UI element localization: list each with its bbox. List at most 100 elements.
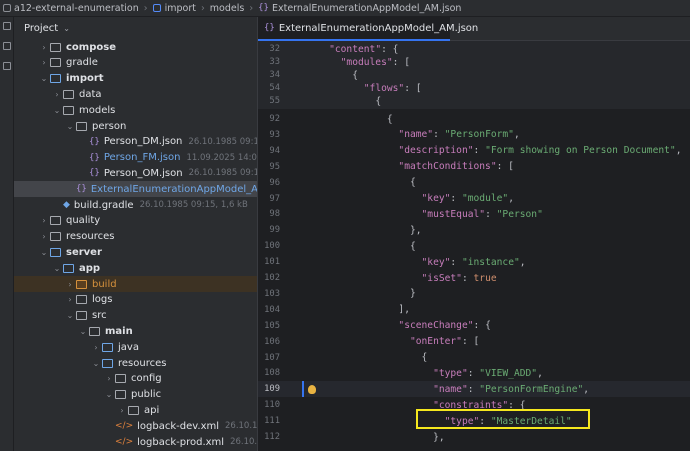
- gutter[interactable]: [284, 318, 302, 334]
- more-tools-icon[interactable]: [3, 62, 11, 70]
- gutter[interactable]: [284, 334, 302, 350]
- project-view-selector[interactable]: Project ⌄: [14, 17, 257, 39]
- gutter[interactable]: [284, 175, 302, 191]
- breadcrumb-item-models[interactable]: models: [207, 3, 248, 14]
- folder-icon: [76, 311, 87, 321]
- tree-item-label: main: [105, 325, 133, 337]
- gutter[interactable]: [284, 254, 302, 270]
- gutter[interactable]: [284, 238, 302, 254]
- code-area[interactable]: 32 "content": {33 "modules": [34 {54 "fl…: [258, 41, 690, 451]
- gutter[interactable]: [284, 206, 302, 222]
- gutter[interactable]: [284, 429, 302, 445]
- chevron-right-icon[interactable]: ›: [90, 343, 102, 352]
- code-text: {: [409, 240, 416, 252]
- folder-icon: [50, 42, 61, 52]
- breadcrumb-item-file[interactable]: {} ExternalEnumerationAppModel_AM.json: [255, 3, 464, 14]
- code-text: "sceneChange": {: [398, 320, 491, 332]
- gutter[interactable]: [284, 222, 302, 238]
- tree-item[interactable]: ⌄ server: [14, 244, 257, 260]
- chevron-right-icon[interactable]: ›: [38, 58, 50, 67]
- chevron-right-icon[interactable]: ›: [116, 406, 128, 415]
- tree-item[interactable]: › config: [14, 371, 257, 387]
- breadcrumb-item-project[interactable]: a12-external-enumeration: [0, 3, 142, 14]
- tree-item[interactable]: </>logback-dev.xml 26.10.1985: [14, 418, 257, 434]
- gutter[interactable]: [284, 270, 302, 286]
- chevron-down-icon[interactable]: ⌄: [90, 359, 102, 368]
- code-text: "modules": [: [340, 56, 410, 68]
- tree-item[interactable]: › data: [14, 86, 257, 102]
- gutter[interactable]: [284, 381, 302, 397]
- gutter[interactable]: [284, 413, 302, 429]
- gutter[interactable]: [284, 143, 302, 159]
- tree-item[interactable]: › logs: [14, 292, 257, 308]
- gutter[interactable]: [284, 365, 302, 381]
- gutter[interactable]: [284, 159, 302, 175]
- gutter[interactable]: [284, 397, 302, 413]
- tree-item[interactable]: ⌄ models: [14, 102, 257, 118]
- tree-item-meta: 26.10.1985 09:15, 1,6 kB: [139, 200, 248, 210]
- gutter[interactable]: [284, 191, 302, 207]
- gutter[interactable]: [284, 111, 302, 127]
- chevron-right-icon[interactable]: ›: [38, 232, 50, 241]
- breadcrumb-item-import[interactable]: import: [150, 3, 199, 14]
- tree-item[interactable]: {}Person_OM.json 26.10.1985 09:15, 3: [14, 165, 257, 181]
- tree-item[interactable]: › build: [14, 276, 257, 292]
- tree-item[interactable]: ⌄ resources: [14, 355, 257, 371]
- tree-item[interactable]: ⌄ src: [14, 308, 257, 324]
- tree-item[interactable]: › resources: [14, 229, 257, 245]
- chevron-right-icon[interactable]: ›: [51, 90, 63, 99]
- chevron-right-icon[interactable]: ›: [103, 374, 115, 383]
- code-text: "name": "PersonForm",: [398, 129, 520, 141]
- folder-icon: [89, 326, 100, 336]
- tree-item-label: java: [118, 341, 139, 353]
- json-file-icon: {}: [89, 168, 100, 179]
- code-text: "mustEqual": "Person": [421, 208, 543, 220]
- tree-item[interactable]: ⌄ import: [14, 71, 257, 87]
- chevron-right-icon[interactable]: ›: [38, 43, 50, 52]
- tree-item[interactable]: › java: [14, 339, 257, 355]
- tree-item[interactable]: › quality: [14, 213, 257, 229]
- structure-tool-icon[interactable]: [3, 42, 11, 50]
- line-number: 106: [264, 336, 280, 347]
- tree-item[interactable]: › gradle: [14, 55, 257, 71]
- tree-item[interactable]: {}Person_FM.json 11.09.2025 14:06, 12: [14, 150, 257, 166]
- tree-item[interactable]: ⌄ main: [14, 323, 257, 339]
- tree-item[interactable]: › compose: [14, 39, 257, 55]
- module-folder-icon: [152, 4, 161, 12]
- gutter[interactable]: [284, 127, 302, 143]
- chevron-down-icon[interactable]: ⌄: [103, 390, 115, 399]
- tree-item[interactable]: {}Person_DM.json 26.10.1985 09:15, 2: [14, 134, 257, 150]
- tab-external-enumeration-app-model[interactable]: {} ExternalEnumerationAppModel_AM.json: [258, 17, 478, 41]
- line-number: 111: [264, 416, 280, 427]
- chevron-down-icon[interactable]: ⌄: [38, 74, 50, 83]
- gutter[interactable]: [284, 93, 302, 109]
- tree-item[interactable]: </>logback-prod.xml 26.10.1985: [14, 434, 257, 450]
- chevron-down-icon[interactable]: ⌄: [51, 264, 63, 273]
- chevron-right-icon[interactable]: ›: [64, 280, 76, 289]
- chevron-down-icon[interactable]: ⌄: [51, 106, 63, 115]
- tree-item[interactable]: {}ExternalEnumerationAppModel_AM.json: [14, 181, 257, 198]
- chevron-down-icon[interactable]: ⌄: [64, 311, 76, 320]
- tree-item[interactable]: › api: [14, 402, 257, 418]
- project-tool-icon[interactable]: [3, 22, 11, 30]
- chevron-down-icon[interactable]: ⌄: [77, 327, 89, 336]
- tree-item-label: resources: [118, 357, 167, 369]
- gutter[interactable]: [284, 350, 302, 366]
- tree-item-meta: 26.10.1985 09:15, 2: [188, 136, 257, 147]
- chevron-right-icon[interactable]: ›: [38, 216, 50, 225]
- chevron-down-icon[interactable]: ⌄: [38, 248, 50, 257]
- tree-item[interactable]: ◆ build.gradle 26.10.1985 09:15, 1,6 kB: [14, 197, 257, 213]
- chevron-down-icon[interactable]: ⌄: [64, 122, 76, 131]
- tree-item[interactable]: ⌄ app: [14, 260, 257, 276]
- line-number: 32: [269, 44, 280, 54]
- gutter[interactable]: [284, 286, 302, 302]
- tree-item[interactable]: ⌄ public: [14, 387, 257, 403]
- chevron-right-icon[interactable]: ›: [64, 295, 76, 304]
- tree-item-label: logback-prod.xml: [137, 436, 225, 448]
- tree-item-label: app: [79, 262, 101, 274]
- gutter[interactable]: [284, 302, 302, 318]
- tree-item[interactable]: ⌄ person: [14, 118, 257, 134]
- sticky-code-line: 55 {: [258, 93, 690, 109]
- lightbulb-icon[interactable]: [308, 385, 316, 395]
- tree-item-label: Person_DM.json: [103, 136, 183, 148]
